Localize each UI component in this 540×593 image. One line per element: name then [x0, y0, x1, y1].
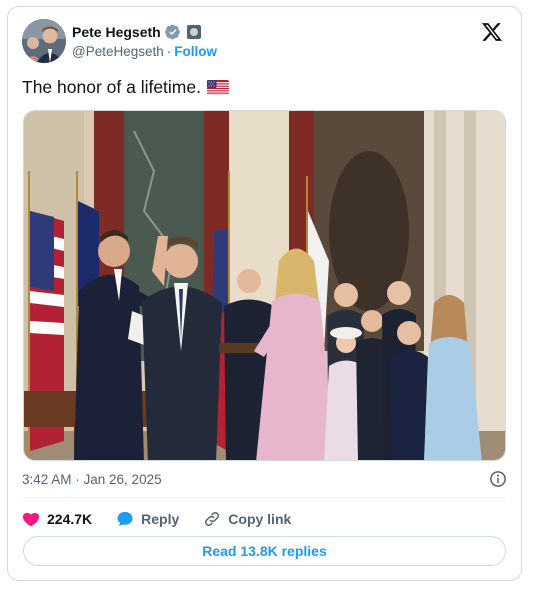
follow-button[interactable]: Follow — [174, 44, 217, 59]
swearing-in-photo — [24, 111, 505, 460]
link-icon — [205, 511, 220, 527]
tweet-header: Pete Hegseth @PeteHegseth · Follow — [22, 19, 507, 65]
heart-icon — [22, 512, 40, 527]
x-logo-icon[interactable] — [481, 21, 503, 43]
like-button[interactable]: 224.7K — [22, 510, 92, 528]
author-name[interactable]: Pete Hegseth — [72, 24, 161, 40]
verified-badge-icon — [164, 24, 180, 40]
tweet-card: Pete Hegseth @PeteHegseth · Follow The h… — [7, 6, 522, 581]
timestamp-text[interactable]: 3:42 AM · Jan 26, 2025 — [22, 472, 162, 487]
reply-button[interactable]: Reply — [116, 510, 179, 528]
tweet-photo[interactable] — [23, 110, 506, 461]
author-name-row: Pete Hegseth — [72, 24, 201, 40]
author-avatar[interactable] — [22, 19, 66, 63]
reply-bubble-icon — [117, 511, 133, 527]
us-flag-icon — [206, 80, 229, 95]
like-count: 224.7K — [47, 511, 93, 527]
reply-label: Reply — [141, 511, 180, 527]
author-handle[interactable]: @PeteHegseth — [72, 44, 164, 59]
copy-link-button[interactable]: Copy link — [203, 510, 291, 528]
tweet-timestamp[interactable]: 3:42 AM · Jan 26, 2025 — [22, 472, 162, 487]
author-handle-row: @PeteHegseth · Follow — [72, 44, 217, 59]
copy-link-label: Copy link — [228, 511, 292, 527]
government-badge-icon — [186, 25, 201, 39]
info-icon[interactable] — [489, 470, 507, 488]
tweet-text-row: The honor of a lifetime. — [22, 77, 229, 98]
tweet-text: The honor of a lifetime. — [22, 77, 201, 97]
divider — [22, 497, 507, 498]
tweet-actions: 224.7K Reply Copy link — [22, 508, 291, 530]
read-replies-label: Read 13.8K replies — [202, 543, 327, 559]
handle-separator: · — [166, 44, 172, 59]
read-replies-button[interactable]: Read 13.8K replies — [23, 536, 506, 566]
